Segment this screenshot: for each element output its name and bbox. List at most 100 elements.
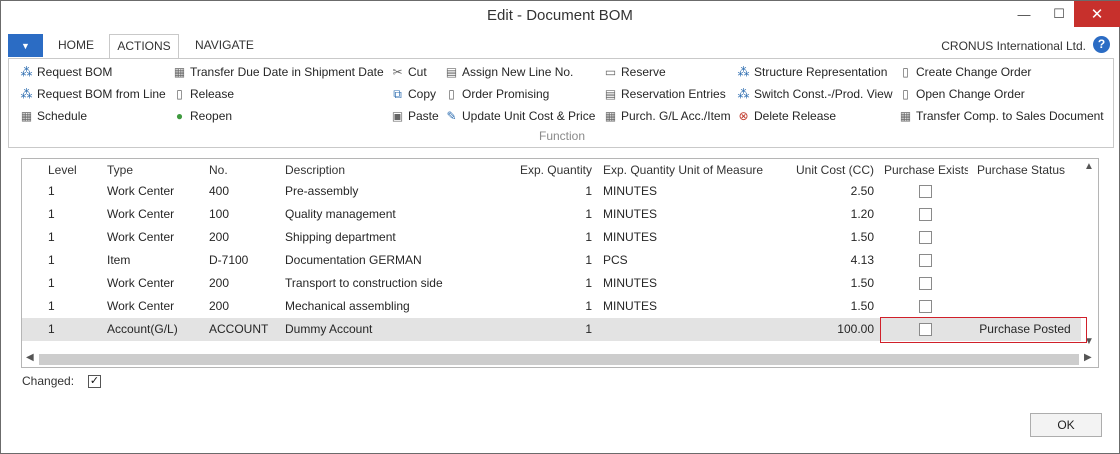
tab-actions[interactable]: ACTIONS xyxy=(109,34,179,59)
update-unit-cost-price-button[interactable]: ✎ Update Unit Cost & Price xyxy=(444,107,595,125)
table-row[interactable]: 1 Item D-7100 Documentation GERMAN 1 PCS… xyxy=(22,249,1082,272)
transfer-comp-to-sales-document-button[interactable]: ▦ Transfer Comp. to Sales Document xyxy=(898,107,1104,125)
scroll-up-icon[interactable]: ▲ xyxy=(1084,161,1094,172)
open-change-order-button[interactable]: ▯ Open Change Order xyxy=(898,85,1025,103)
assign-new-line-no-button[interactable]: ▤ Assign New Line No. xyxy=(444,63,574,81)
cell-no: 200 xyxy=(209,276,230,290)
delete-release-button[interactable]: ⊗ Delete Release xyxy=(736,107,836,125)
table-row[interactable]: 1 Work Center 200 Mechanical assembling … xyxy=(22,295,1082,318)
cell-level: 1 xyxy=(48,322,55,336)
column-header-level[interactable]: Level xyxy=(48,159,98,182)
company-name: CRONUS International Ltd. xyxy=(941,39,1086,53)
ribbon-tabs: ▼ HOME ACTIONS NAVIGATE CRONUS Internati… xyxy=(8,34,1114,59)
column-header-purchase-exists[interactable]: Purchase Exists xyxy=(884,159,968,182)
cell-level: 1 xyxy=(48,184,55,198)
cut-button[interactable]: ✂ Cut xyxy=(390,63,427,81)
purchase-exists-checkbox[interactable] xyxy=(919,185,932,198)
reserve-button[interactable]: ▭ Reserve xyxy=(603,63,666,81)
release-label: Release xyxy=(190,87,235,101)
table-row[interactable]: 1 Work Center 200 Shipping department 1 … xyxy=(22,226,1082,249)
structure-representation-button[interactable]: ⁂ Structure Representation xyxy=(736,63,888,81)
switch-const-prod-view-button[interactable]: ⁂ Switch Const.-/Prod. View xyxy=(736,85,893,103)
cell-purchase-status xyxy=(962,226,1088,249)
reservation-entries-label: Reservation Entries xyxy=(621,87,726,101)
switch-const-prod-view-label: Switch Const.-/Prod. View xyxy=(754,87,893,101)
purchase-exists-checkbox[interactable] xyxy=(919,208,932,221)
purchase-exists-checkbox[interactable] xyxy=(919,277,932,290)
transfer-due-date-label: Transfer Due Date in Shipment Date xyxy=(190,65,384,79)
close-button[interactable]: ✕ xyxy=(1074,1,1120,27)
changed-checkbox[interactable]: ✓ xyxy=(88,375,101,388)
reserve-icon: ▭ xyxy=(604,64,617,79)
table-row[interactable]: 1 Work Center 200 Transport to construct… xyxy=(22,272,1082,295)
purchase-posted-highlight xyxy=(880,317,1087,343)
scissors-icon: ✂ xyxy=(392,64,403,79)
purch-gl-acc-item-label: Purch. G/L Acc./Item xyxy=(621,109,731,123)
column-header-exp-uom[interactable]: Exp. Quantity Unit of Measure xyxy=(603,159,778,182)
cell-exp-quantity: 1 xyxy=(585,253,592,267)
document-bom-window: Edit - Document BOM — ☐ ✕ ▼ HOME ACTIONS… xyxy=(0,0,1120,454)
cell-exp-uom: MINUTES xyxy=(603,207,657,221)
cell-purchase-status xyxy=(962,203,1088,226)
table-row[interactable]: 1 Work Center 100 Quality management 1 M… xyxy=(22,203,1082,226)
column-header-exp-quantity[interactable]: Exp. Quantity xyxy=(512,159,592,182)
tab-home[interactable]: HOME xyxy=(58,38,94,52)
document-icon: ▯ xyxy=(448,86,455,101)
create-change-order-button[interactable]: ▯ Create Change Order xyxy=(898,63,1031,81)
scroll-right-icon[interactable]: ▶ xyxy=(1084,352,1092,363)
cell-exp-uom xyxy=(603,318,778,341)
column-header-type[interactable]: Type xyxy=(107,159,202,182)
cell-type: Work Center xyxy=(107,230,175,244)
cell-description: Quality management xyxy=(285,207,396,221)
new-document-icon: ▯ xyxy=(902,64,909,79)
purch-gl-acc-item-button[interactable]: ▦ Purch. G/L Acc./Item xyxy=(603,107,731,125)
edit-pencil-icon: ✎ xyxy=(446,108,457,123)
minimize-button[interactable]: — xyxy=(1004,1,1044,27)
cell-exp-quantity: 1 xyxy=(585,207,592,221)
order-promising-button[interactable]: ▯ Order Promising xyxy=(444,85,549,103)
ok-button[interactable]: OK xyxy=(1030,413,1102,437)
schedule-button[interactable]: ▦ Schedule xyxy=(19,107,87,125)
ribbon-group-label: Function xyxy=(538,129,586,143)
cell-unit-cost: 1.20 xyxy=(850,207,874,221)
column-header-purchase-status[interactable]: Purchase Status xyxy=(977,159,1077,182)
changed-label: Changed: xyxy=(22,374,75,388)
request-bom-button[interactable]: ⁂ Request BOM xyxy=(19,63,113,81)
cell-description: Dummy Account xyxy=(285,322,373,336)
reopen-label: Reopen xyxy=(190,109,233,123)
cut-label: Cut xyxy=(408,65,427,79)
tab-navigate[interactable]: NAVIGATE xyxy=(195,38,254,52)
horizontal-scroll-thumb[interactable] xyxy=(39,354,1079,365)
horizontal-scrollbar[interactable]: ◀ ▶ xyxy=(22,352,1098,367)
cell-no: 100 xyxy=(209,207,230,221)
cell-level: 1 xyxy=(48,253,55,267)
reservation-entries-button[interactable]: ▤ Reservation Entries xyxy=(603,85,726,103)
scroll-left-icon[interactable]: ◀ xyxy=(26,352,34,363)
copy-button[interactable]: ⧉ Copy xyxy=(390,85,436,103)
cell-type: Item xyxy=(107,253,131,267)
column-header-description[interactable]: Description xyxy=(285,159,505,182)
title-bar: Edit - Document BOM — ☐ ✕ xyxy=(1,1,1120,33)
reopen-button[interactable]: ● Reopen xyxy=(172,107,232,125)
assign-new-line-no-label: Assign New Line No. xyxy=(462,65,574,79)
purchase-exists-checkbox[interactable] xyxy=(919,231,932,244)
request-bom-from-line-button[interactable]: ⁂ Request BOM from Line xyxy=(19,85,166,103)
application-menu-button[interactable]: ▼ xyxy=(8,34,43,57)
help-icon[interactable]: ? xyxy=(1093,36,1110,53)
bom-structure-icon: ⁂ xyxy=(20,86,33,101)
cell-purchase-status xyxy=(962,249,1088,272)
table-row[interactable]: 1 Work Center 400 Pre-assembly 1 MINUTES… xyxy=(22,180,1082,203)
maximize-button[interactable]: ☐ xyxy=(1044,1,1074,27)
paste-button[interactable]: ▣ Paste xyxy=(390,107,439,125)
cell-unit-cost: 100.00 xyxy=(837,322,874,336)
purchase-exists-checkbox[interactable] xyxy=(919,254,932,267)
purchase-exists-checkbox[interactable] xyxy=(919,300,932,313)
transfer-due-date-button[interactable]: ▦ Transfer Due Date in Shipment Date xyxy=(172,63,384,81)
column-header-no[interactable]: No. xyxy=(209,159,279,182)
release-button[interactable]: ▯ Release xyxy=(172,85,234,103)
cell-exp-uom: MINUTES xyxy=(603,276,657,290)
column-header-unit-cost[interactable]: Unit Cost (CC) xyxy=(782,159,874,182)
grid-header: Level Type No. Description Exp. Quantity… xyxy=(22,159,1082,182)
cell-no: 400 xyxy=(209,184,230,198)
calendar-icon: ▦ xyxy=(20,108,33,123)
